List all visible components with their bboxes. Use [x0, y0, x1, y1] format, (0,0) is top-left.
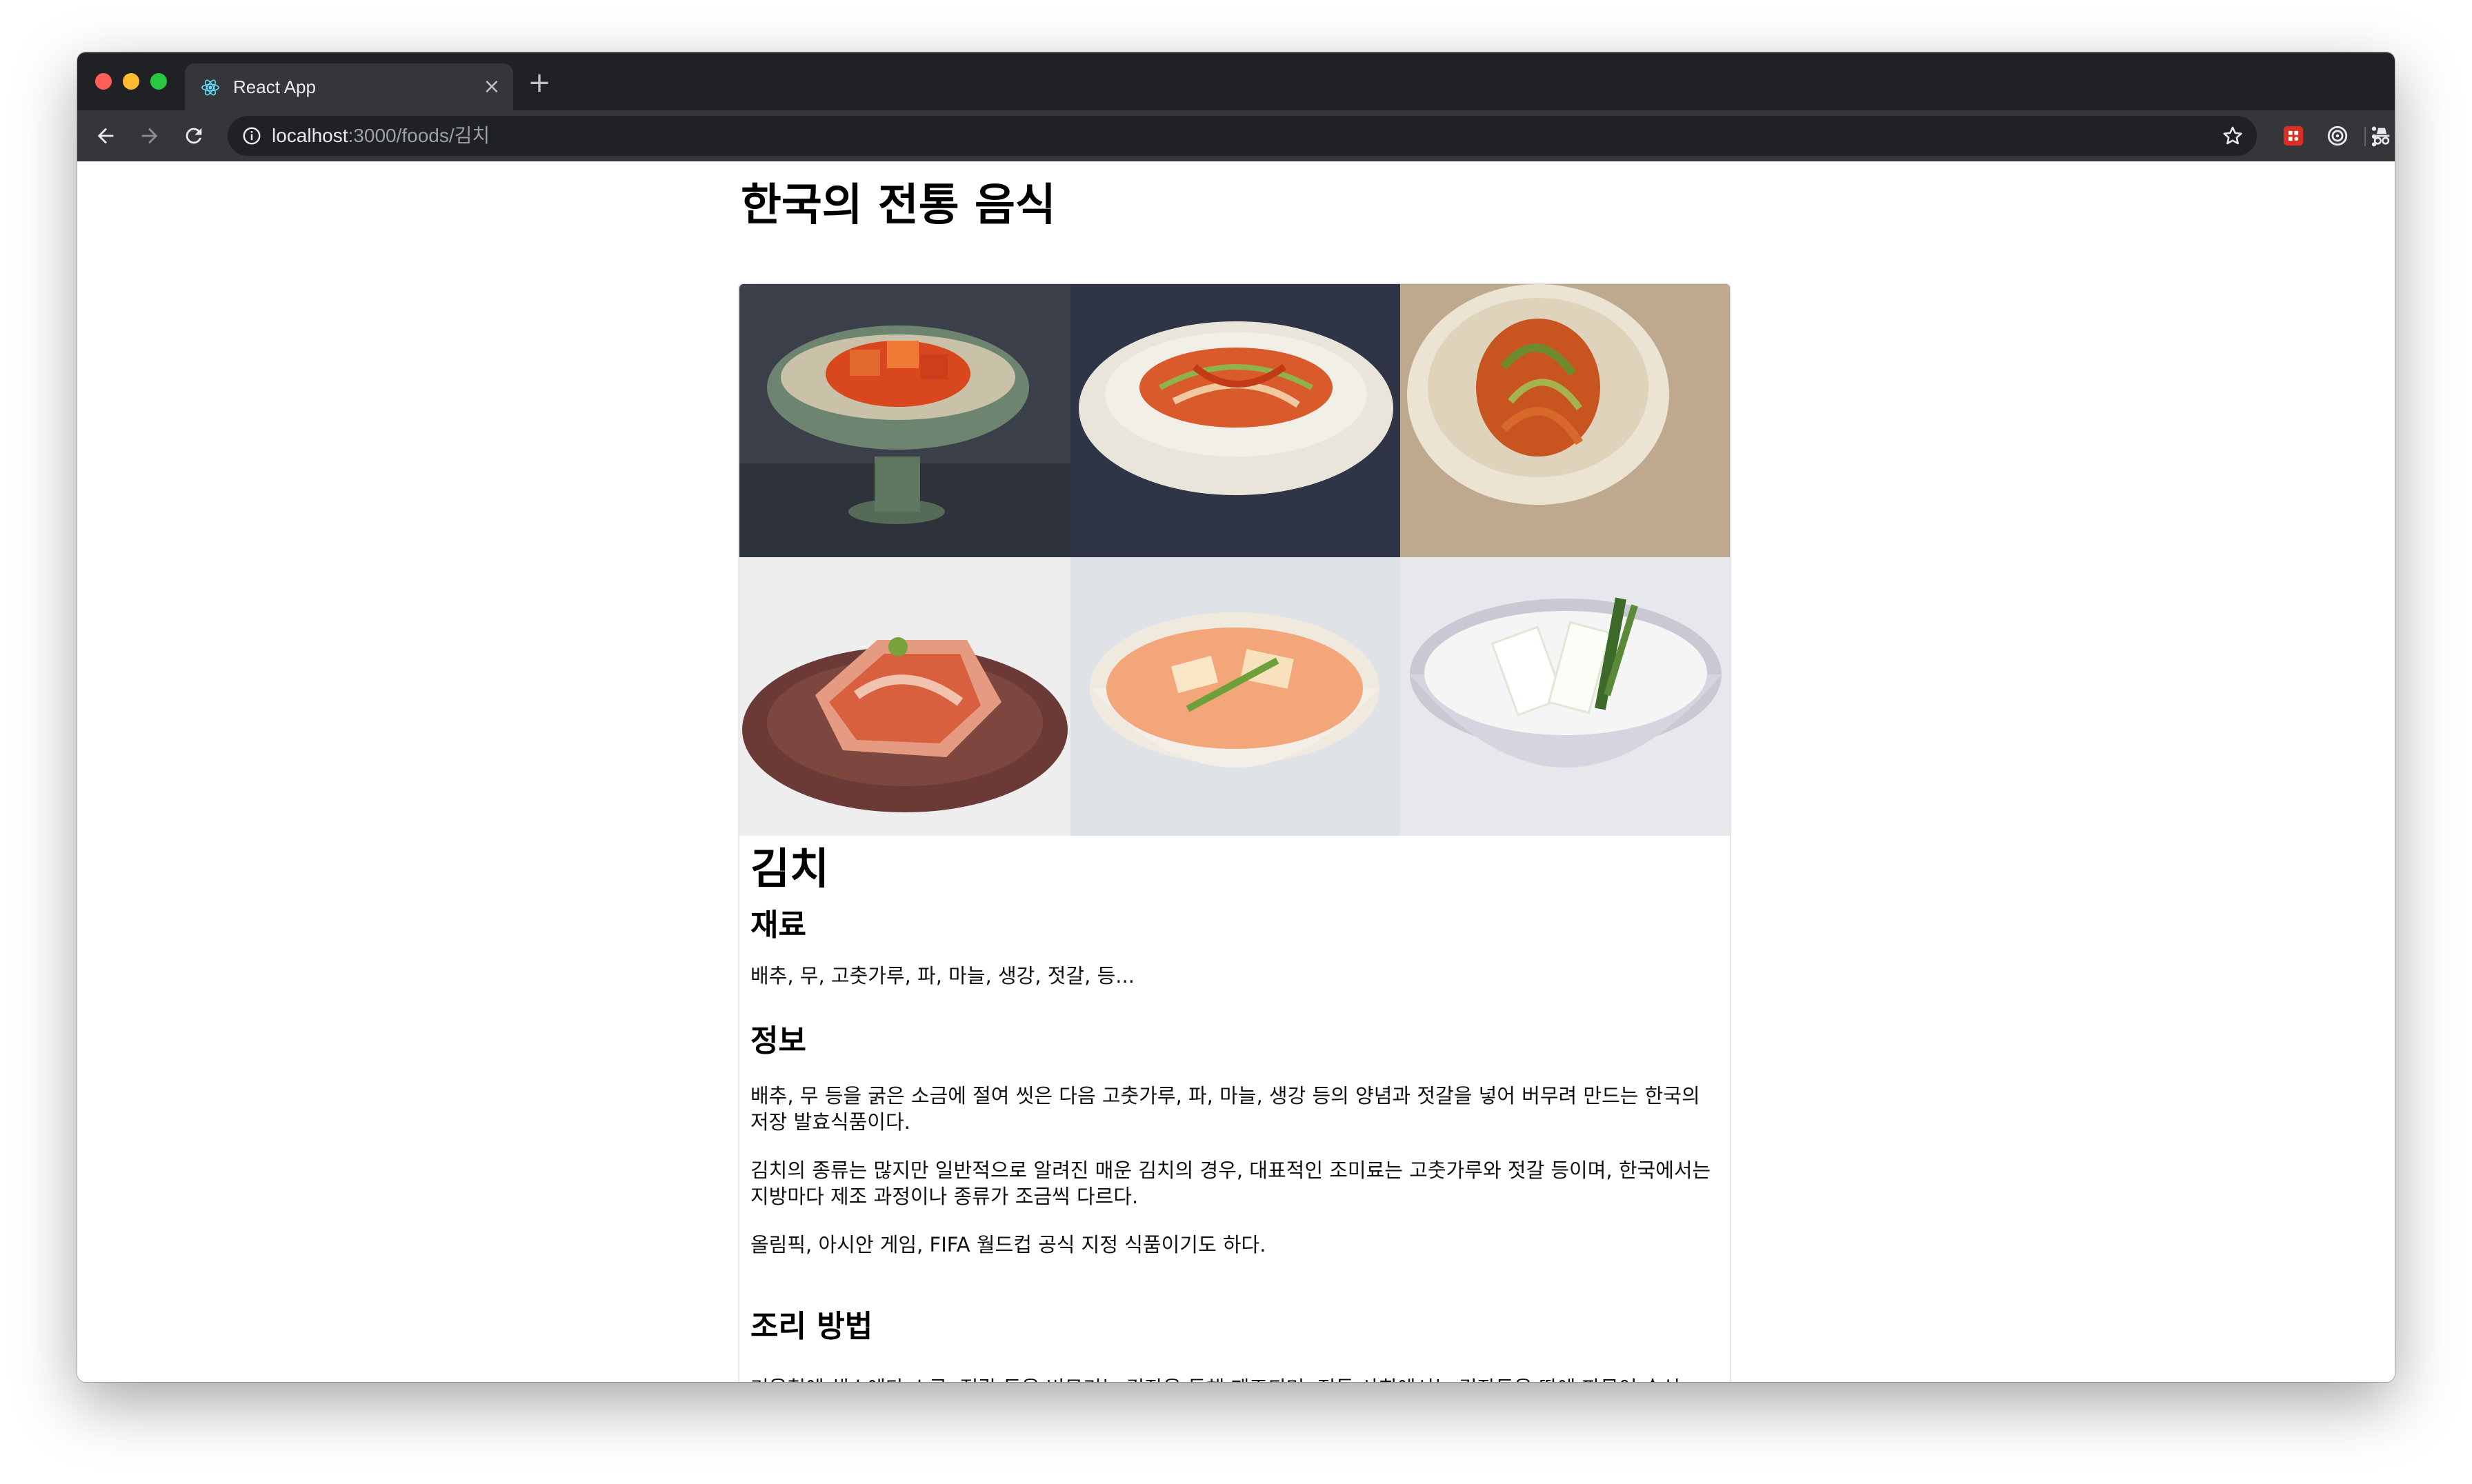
browser-window: React App × + localhost:3000/foods/김치 한국… [77, 52, 2395, 1382]
menu-kebab-icon [2371, 126, 2377, 147]
reload-button[interactable] [179, 121, 208, 150]
food-name: 김치 [750, 843, 830, 894]
page-viewport: 한국의 전통 음식 김치 재료 배추, 무, 고춧가루, 파, 마늘, 생강, … [77, 161, 2395, 1382]
tab-title: React App [233, 77, 316, 97]
extension-button[interactable] [2280, 123, 2306, 149]
geotjeori-photo [1070, 284, 1400, 557]
extension-icon [2283, 126, 2304, 146]
new-tab-button[interactable]: + [526, 69, 553, 97]
ingredients-text: 배추, 무, 고춧가루, 파, 마늘, 생강, 젓갈, 등... [750, 964, 1135, 987]
url-host: localhost [272, 125, 348, 146]
back-arrow-icon [97, 128, 114, 144]
info-icon[interactable] [241, 126, 262, 146]
ingredients-heading: 재료 [750, 908, 806, 943]
reload-icon [186, 128, 202, 144]
menu-button[interactable] [2360, 123, 2388, 150]
page-title: 한국의 전통 음식 [741, 180, 1056, 231]
recipe-text: 겨울철에 채소에다 소금, 젓갈 등을 버무리는 김장을 통해 제조되며, 전통… [750, 1375, 1716, 1382]
url-path: :3000/foods/김치 [348, 125, 490, 146]
browser-toolbar: localhost:3000/foods/김치 [77, 110, 2395, 161]
address-bar[interactable]: localhost:3000/foods/김치 [228, 116, 2257, 156]
react-favicon-icon [201, 79, 219, 96]
target-extension-button[interactable] [2324, 123, 2351, 149]
info-paragraph-3: 올림픽, 아시안 게임, FIFA 월드컵 공식 지정 식품이기도 하다. [750, 1233, 1266, 1256]
info-heading: 정보 [750, 1023, 806, 1059]
target-extension-icon [2327, 126, 2348, 146]
tab-close-icon[interactable]: × [480, 75, 504, 99]
info-paragraph-2: 김치의 종류는 많지만 일반적으로 알려진 매운 김치의 경우, 대표적인 조미… [750, 1159, 1711, 1208]
kimchi-photo-collage [739, 284, 1730, 836]
nabak-kimchi-photo [1070, 557, 1400, 836]
pa-kimchi-photo [1400, 284, 1730, 557]
maximize-window-button[interactable] [150, 73, 167, 90]
forward-button[interactable] [135, 121, 164, 150]
tab-bar: React App × + [77, 52, 2395, 110]
kkakdugi-photo [739, 284, 1070, 557]
info-paragraph-1: 배추, 무 등을 굵은 소금에 절여 씻은 다음 고춧가루, 파, 마늘, 생강… [750, 1084, 1700, 1134]
tab-react-app[interactable]: React App × [185, 63, 513, 110]
close-window-button[interactable] [95, 73, 112, 90]
minimize-window-button[interactable] [123, 73, 139, 90]
url-text[interactable]: localhost:3000/foods/김치 [272, 125, 490, 147]
recipe-heading: 조리 방법 [750, 1309, 873, 1344]
dongchimi-photo [1400, 557, 1730, 836]
baechu-kimchi-photo [739, 557, 1070, 836]
food-card: 김치 재료 배추, 무, 고춧가루, 파, 마늘, 생강, 젓갈, 등... 정… [738, 283, 1731, 1382]
forward-arrow-icon [141, 128, 158, 144]
back-button[interactable] [91, 121, 120, 150]
bookmark-star-icon[interactable] [2221, 124, 2244, 148]
